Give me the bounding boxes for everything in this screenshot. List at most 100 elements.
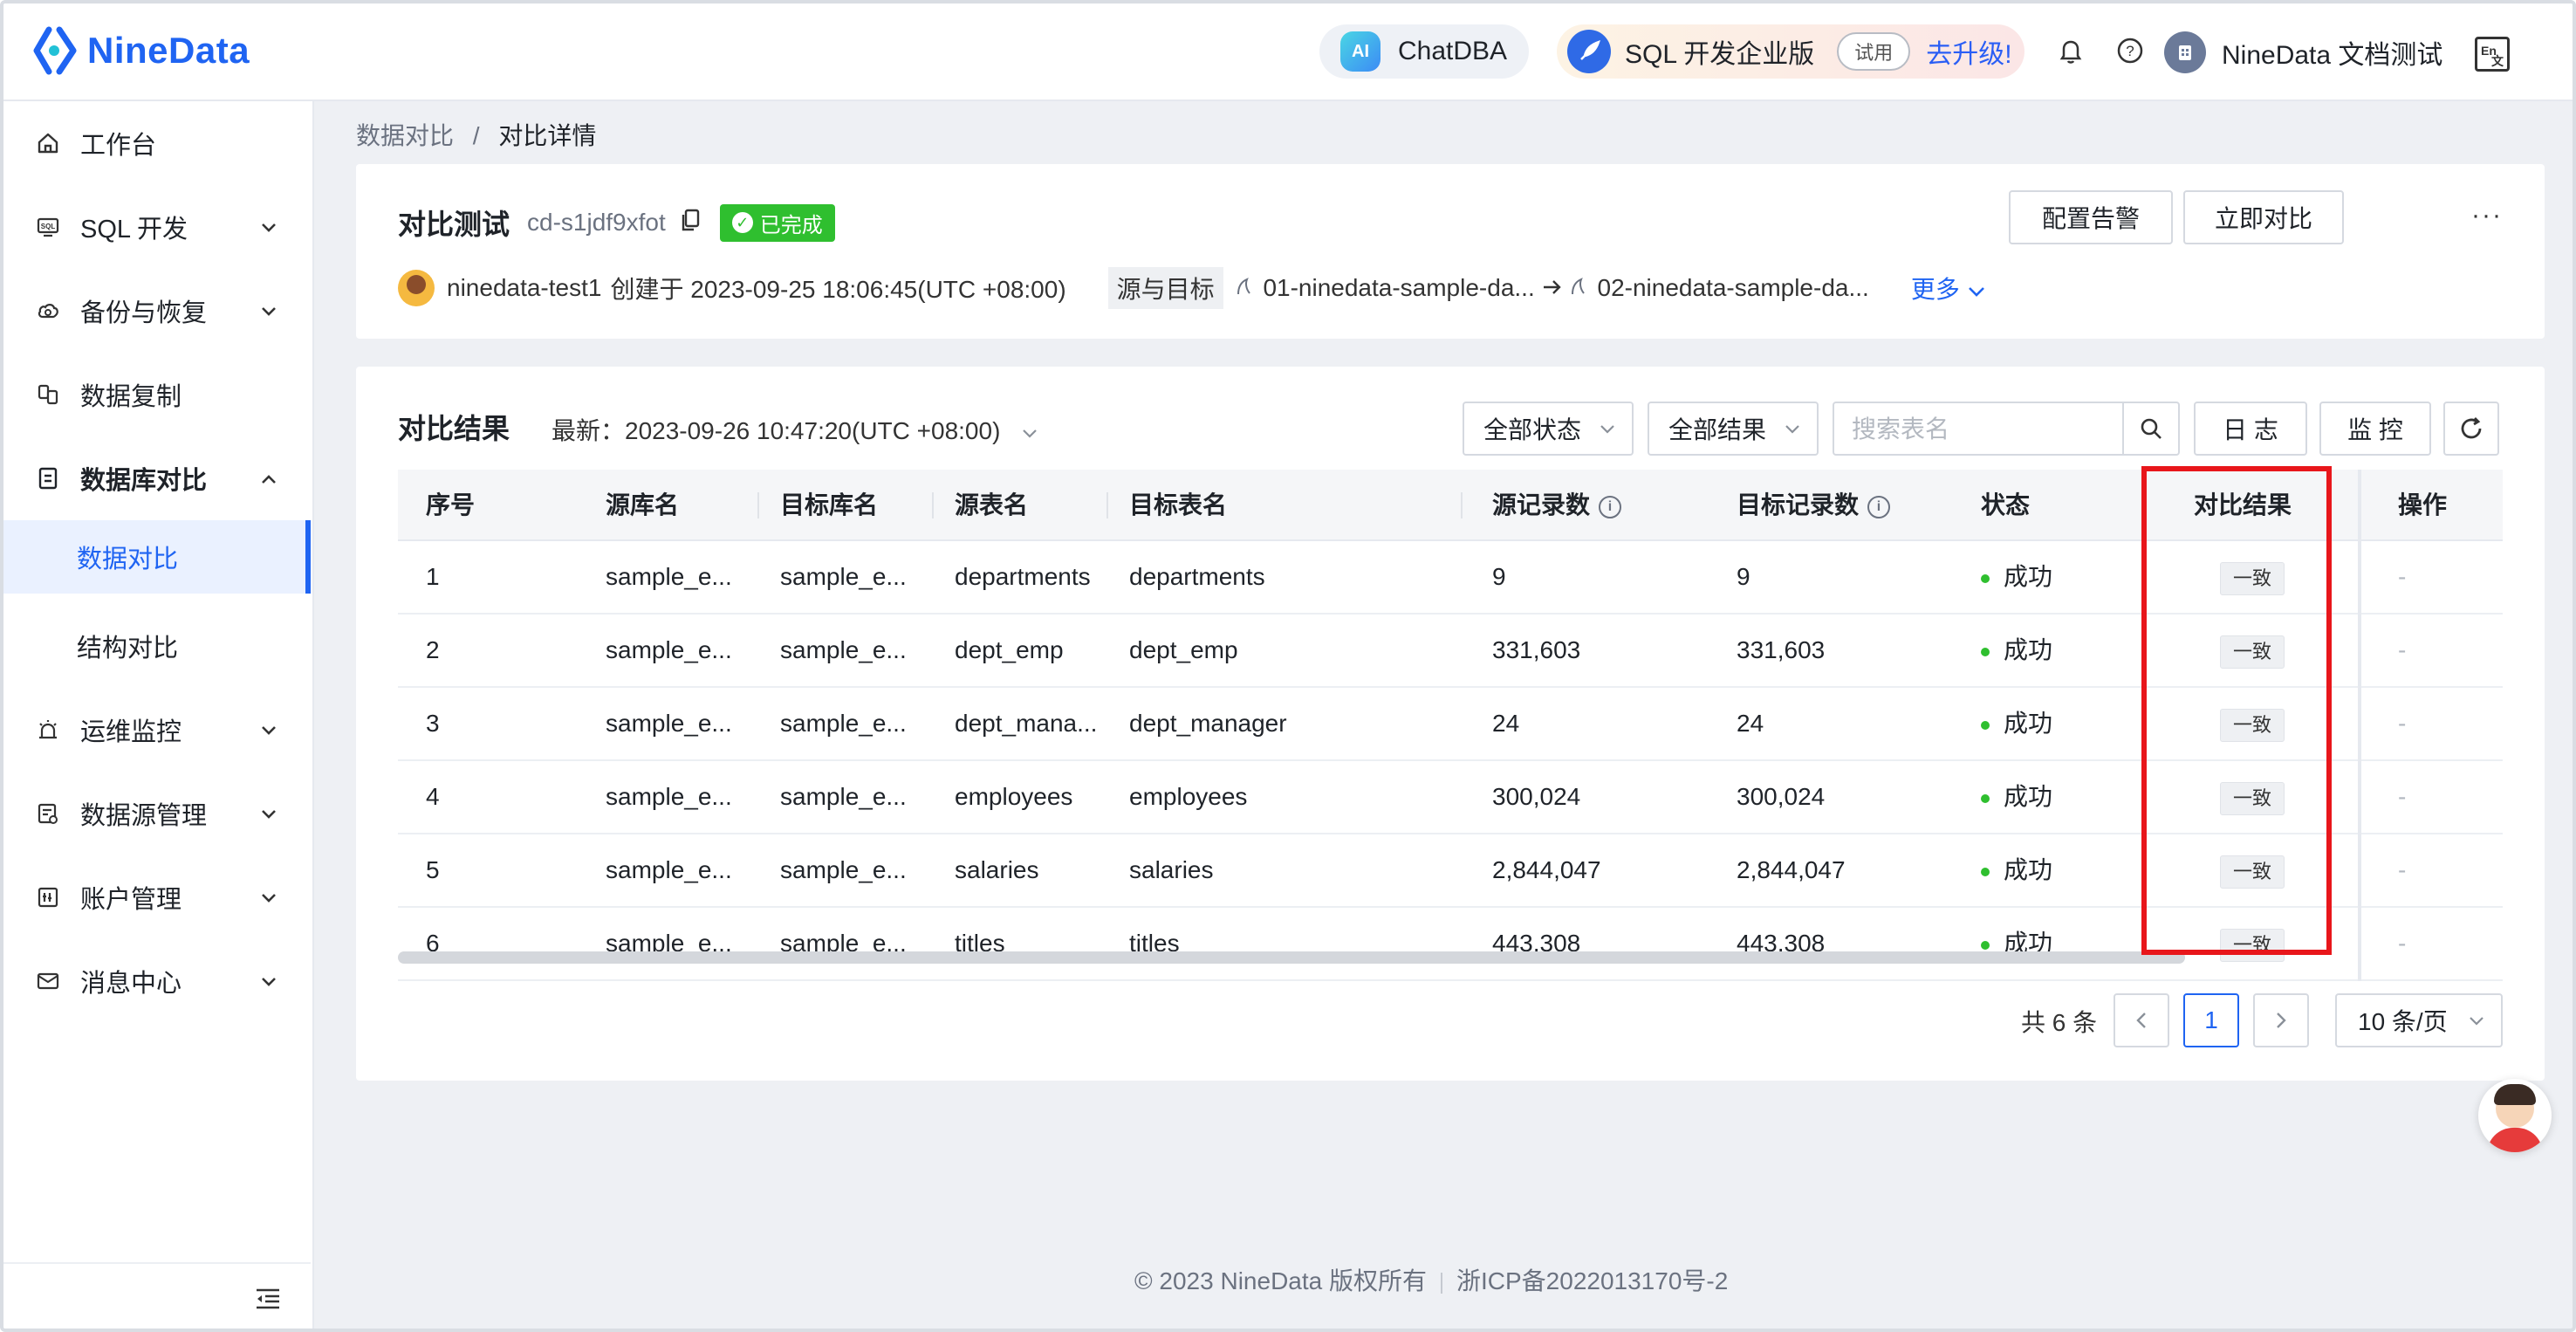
target-datasource[interactable]: 02-ninedata-sample-da...: [1570, 274, 1869, 302]
sidebar-item-messages[interactable]: 消息中心: [3, 939, 311, 1023]
info-icon[interactable]: i: [1599, 495, 1622, 518]
cell-src-table: employees: [955, 783, 1073, 810]
status-text: 成功: [2004, 856, 2053, 883]
cell-operation: -: [2398, 636, 2407, 663]
refresh-icon[interactable]: [2443, 402, 2499, 456]
status-filter-value: 全部状态: [1483, 416, 1582, 443]
sidebar-item-workbench[interactable]: 工作台: [3, 101, 311, 185]
sidebar-item-account[interactable]: 账户管理: [3, 855, 311, 939]
copy-icon[interactable]: [680, 208, 701, 238]
latest-run-select[interactable]: 最新：2023-09-26 10:47:20(UTC +08:00): [552, 412, 1038, 447]
sidebar-item-replication[interactable]: 数据复制: [3, 353, 311, 436]
horizontal-scrollbar[interactable]: [398, 951, 2185, 964]
status-dot-icon: [1981, 867, 1990, 876]
monitor-button[interactable]: 监 控: [2319, 402, 2431, 456]
svg-text:SQL: SQL: [41, 223, 56, 230]
next-page-button[interactable]: [2253, 993, 2309, 1047]
chevron-down-icon: [1967, 276, 1986, 303]
col-no: 序号: [426, 491, 476, 518]
cell-dst-count: 300,024: [1737, 783, 1826, 810]
sidebar-item-backup[interactable]: 备份与恢复: [3, 269, 311, 353]
status-dot-icon: [1981, 647, 1990, 656]
results-title: 对比结果: [398, 413, 510, 444]
result-filter-select[interactable]: 全部结果: [1648, 402, 1819, 456]
edition-banner[interactable]: SQL 开发企业版 试用 去升级!: [1557, 24, 2024, 79]
cell-dst-db: sample_e...: [780, 710, 907, 737]
cell-dst-count: 2,844,047: [1737, 856, 1846, 883]
breadcrumb: 数据对比 / 对比详情: [356, 117, 596, 152]
chatdba-button[interactable]: AI ChatDBA: [1319, 24, 1529, 79]
cell-src-table: dept_mana...: [955, 710, 1098, 737]
search-icon[interactable]: [2122, 403, 2178, 454]
sidebar-item-label: 备份与恢复: [80, 299, 208, 327]
cell-dst-db: sample_e...: [780, 636, 907, 663]
chatdba-label: ChatDBA: [1398, 37, 1508, 65]
language-switch-icon[interactable]: En 文: [2475, 37, 2510, 72]
sidebar-item-sql-dev[interactable]: SQL SQL 开发: [3, 185, 311, 269]
bell-icon[interactable]: [2056, 37, 2086, 66]
sidebar-item-label: 数据对比: [77, 546, 179, 573]
status-text: 成功: [2004, 710, 2053, 737]
cell-src-db: sample_e...: [606, 636, 732, 663]
cell-operation: -: [2398, 856, 2407, 883]
cell-status: 成功: [1981, 615, 2052, 686]
user-menu[interactable]: NineData 文档测试: [2164, 31, 2442, 73]
sidebar-item-label: 运维监控: [80, 718, 182, 746]
creator-avatar: [398, 270, 435, 306]
col-status: 状态: [1981, 491, 2031, 518]
sidebar-item-datasource[interactable]: 数据源管理: [3, 772, 311, 855]
status-text: 成功: [2004, 783, 2053, 810]
more-link[interactable]: 更多: [1911, 271, 1986, 306]
sidebar-item-label: 账户管理: [80, 886, 182, 914]
sidebar-item-db-compare[interactable]: 数据库对比: [3, 436, 311, 520]
page-1-button[interactable]: 1: [2183, 993, 2239, 1047]
compare-now-button[interactable]: 立即对比: [2183, 190, 2344, 244]
sql-icon: SQL: [35, 214, 61, 240]
chevron-down-icon: [260, 969, 277, 993]
cell-dst-db: sample_e...: [780, 783, 907, 810]
prev-page-button[interactable]: [2114, 993, 2169, 1047]
breadcrumb-separator: /: [472, 122, 480, 149]
log-button[interactable]: 日 志: [2194, 402, 2307, 456]
footer-divider: [1441, 1272, 1442, 1294]
sidebar-item-label: SQL 开发: [80, 216, 188, 244]
cell-src-count: 9: [1492, 563, 1506, 590]
upgrade-link[interactable]: 去升级!: [1926, 32, 2011, 71]
created-time: 创建于 2023-09-25 18:06:45(UTC +08:00): [610, 276, 1066, 303]
icp-link[interactable]: 浙ICP备2022013170号-2: [1456, 1267, 1728, 1294]
cell-no: 2: [426, 636, 440, 663]
arrow-right-icon: [1542, 274, 1563, 302]
top-header: NineData AI ChatDBA SQL 开发企业版 试用 去升级! ? …: [3, 3, 2573, 101]
cell-src-table: dept_emp: [955, 636, 1064, 663]
cell-dst-db: sample_e...: [780, 563, 907, 590]
pagination-total: 共 6 条: [2021, 1009, 2098, 1036]
account-icon: [35, 884, 61, 910]
col-dst-count: 目标记录数 i: [1737, 470, 1891, 541]
more-actions-icon[interactable]: ···: [2471, 201, 2503, 230]
page-size-select[interactable]: 10 条/页: [2335, 993, 2503, 1047]
rocket-icon: [1567, 30, 1611, 73]
more-label: 更多: [1910, 276, 1960, 303]
config-alert-button[interactable]: 配置告警: [2009, 190, 2173, 244]
help-icon[interactable]: ?: [2115, 37, 2145, 66]
copyright-text: © 2023 NineData 版权所有: [1134, 1267, 1427, 1294]
status-filter-select[interactable]: 全部状态: [1463, 402, 1634, 456]
cell-src-count: 24: [1492, 710, 1520, 737]
sidebar-item-data-compare[interactable]: 数据对比: [3, 520, 311, 594]
home-icon: [35, 130, 61, 156]
info-icon[interactable]: i: [1867, 495, 1891, 518]
breadcrumb-parent[interactable]: 数据对比: [356, 122, 454, 149]
sidebar-item-structure-compare[interactable]: 结构对比: [3, 604, 311, 688]
cell-src-table: departments: [955, 563, 1091, 590]
menu-fold-icon[interactable]: [255, 1287, 281, 1318]
support-assistant-button[interactable]: [2478, 1079, 2552, 1152]
replicate-icon: [35, 381, 61, 408]
cell-src-count: 2,844,047: [1492, 856, 1601, 883]
cell-no: 1: [426, 563, 440, 590]
sidebar-item-ops-monitor[interactable]: 运维监控: [3, 688, 311, 772]
chevron-up-icon: [260, 466, 277, 491]
search-input[interactable]: [1852, 414, 2114, 445]
logo[interactable]: NineData: [33, 26, 250, 75]
sidebar-item-label: 数据复制: [80, 383, 182, 411]
source-datasource[interactable]: 01-ninedata-sample-da...: [1236, 274, 1535, 302]
